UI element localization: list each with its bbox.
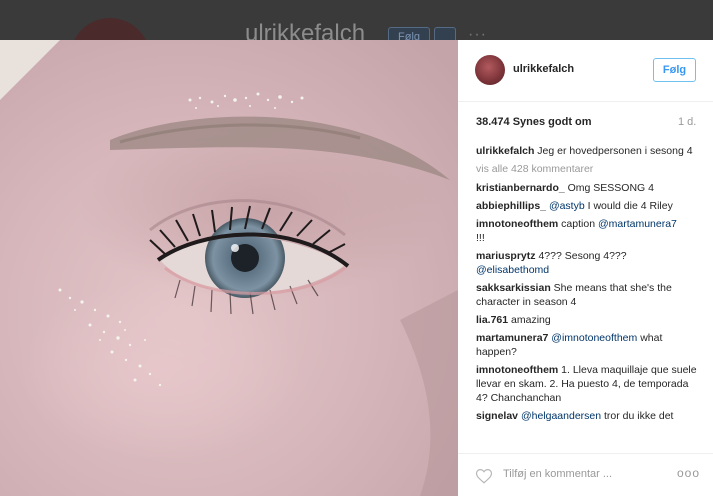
comment-mention[interactable]: @elisabethomd — [476, 264, 549, 276]
post-detail-panel: ulrikkefalch Følg 38.474 Synes godt om 1… — [458, 40, 713, 496]
list-item: martamunera7 @imnotoneofthem what happen… — [476, 331, 698, 359]
post-username[interactable]: ulrikkefalch — [513, 63, 574, 75]
comment-username[interactable]: sakksarkissian — [476, 282, 551, 294]
list-item: signelav @helgaandersen tror du ikke det — [476, 409, 698, 423]
comment-text: Omg SESSONG 4 — [567, 182, 654, 194]
comment-text: 4??? Sesong 4??? — [538, 250, 627, 262]
caption: ulrikkefalch Jeg er hovedpersonen i seso… — [476, 144, 698, 158]
comment-username[interactable]: lia.761 — [476, 314, 508, 326]
comment-username[interactable]: imnotoneofthem — [476, 364, 558, 376]
post-timestamp[interactable]: 1 d. — [678, 116, 696, 128]
comment-username[interactable]: imnotoneofthem — [476, 218, 558, 230]
comment-list: ulrikkefalch Jeg er hovedpersonen i seso… — [476, 144, 698, 427]
comment-mention[interactable]: @astyb — [549, 200, 585, 212]
caption-username[interactable]: ulrikkefalch — [476, 145, 534, 157]
eye-closeup-image — [0, 40, 458, 496]
view-all-comments-link[interactable]: vis alle 428 kommentarer — [476, 162, 698, 176]
comment-text: caption — [561, 218, 596, 230]
comment-username[interactable]: kristianbernardo_ — [476, 182, 565, 194]
list-item: mariusprytz 4??? Sesong 4??? @elisabetho… — [476, 249, 698, 277]
more-options-icon[interactable]: ooo — [677, 466, 700, 480]
heart-outline-icon[interactable] — [475, 467, 493, 485]
follow-button[interactable]: Følg — [653, 58, 696, 82]
list-item: imnotoneofthem 1. Lleva maquillaje que s… — [476, 363, 698, 405]
list-item: lia.761 amazing — [476, 313, 698, 327]
comment-input[interactable]: Tilføj en kommentar ... — [503, 468, 612, 480]
post-photo[interactable] — [0, 40, 458, 496]
comment-mention[interactable]: @imnotoneofthem — [551, 332, 637, 344]
list-item: abbiephillips_ @astyb I would die 4 Rile… — [476, 199, 698, 213]
comment-text: tror du ikke det — [604, 410, 674, 422]
caption-text: Jeg er hovedpersonen i sesong 4 — [537, 145, 693, 157]
comment-text: !!! — [476, 232, 485, 244]
comment-footer: Tilføj en kommentar ... ooo — [458, 453, 713, 496]
comment-username[interactable]: abbiephillips_ — [476, 200, 546, 212]
avatar[interactable] — [475, 55, 505, 85]
comment-username[interactable]: mariusprytz — [476, 250, 536, 262]
comment-username[interactable]: martamunera7 — [476, 332, 548, 344]
comment-text: amazing — [511, 314, 551, 326]
like-count[interactable]: 38.474 Synes godt om — [476, 116, 592, 128]
comment-mention[interactable]: @martamunera7 — [598, 218, 677, 230]
comment-username[interactable]: signelav — [476, 410, 518, 422]
comment-text: I would die 4 Riley — [587, 200, 673, 212]
comment-mention[interactable]: @helgaandersen — [521, 410, 601, 422]
list-item: sakksarkissian She means that she's the … — [476, 281, 698, 309]
list-item: imnotoneofthem caption @martamunera7 !!! — [476, 217, 698, 245]
post-header: ulrikkefalch Følg — [458, 40, 713, 102]
list-item: kristianbernardo_ Omg SESSONG 4 — [476, 181, 698, 195]
